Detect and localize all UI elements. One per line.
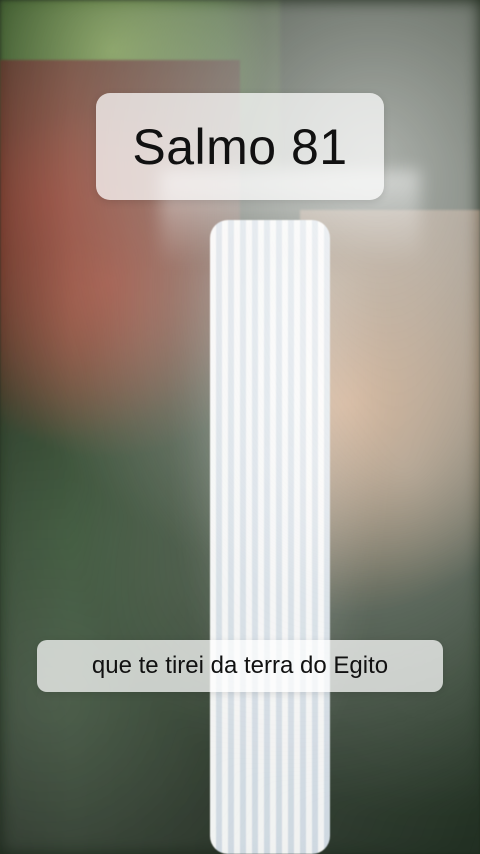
title-overlay: Salmo 81	[96, 93, 384, 200]
caption-overlay: que te tirei da terra do Egito	[37, 640, 443, 692]
waterfall	[210, 220, 330, 854]
page-title: Salmo 81	[132, 118, 348, 175]
caption-text: que te tirei da terra do Egito	[91, 652, 389, 679]
